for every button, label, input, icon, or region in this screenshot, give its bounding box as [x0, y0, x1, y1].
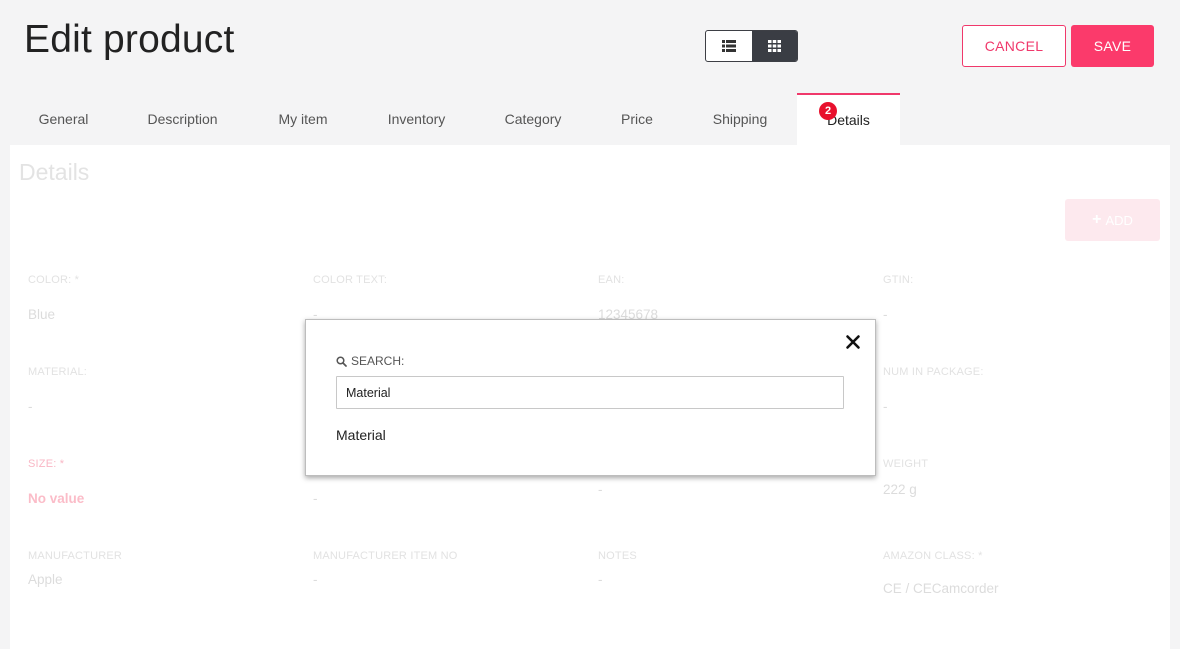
- field-weight: WEIGHT 222 g: [883, 458, 929, 497]
- field-label: GTIN:: [883, 274, 914, 286]
- field-color-text: COLOR TEXT: -: [313, 274, 388, 322]
- field-label: COLOR TEXT:: [313, 274, 388, 286]
- field-size: SIZE: * No value: [28, 458, 84, 506]
- page-title: Edit product: [24, 18, 235, 61]
- field-value[interactable]: -: [883, 399, 888, 414]
- field-notes: NOTES -: [598, 550, 637, 587]
- tab-my-item[interactable]: My item: [248, 93, 358, 145]
- list-view-button[interactable]: [706, 31, 752, 61]
- field-amazon-class: AMAZON CLASS: * CE / CECamcorder: [883, 550, 999, 596]
- field-manufacturer: MANUFACTURER Apple: [28, 550, 123, 587]
- save-button[interactable]: SAVE: [1071, 25, 1154, 67]
- grid-view-button[interactable]: [751, 31, 797, 61]
- field-value[interactable]: CE / CECamcorder: [883, 581, 999, 596]
- field-label: NOTES: [598, 550, 637, 562]
- field-value[interactable]: -: [883, 307, 888, 322]
- search-modal: SEARCH: Material: [305, 319, 876, 476]
- field-value[interactable]: Apple: [28, 572, 63, 587]
- field-value[interactable]: No value: [28, 491, 84, 506]
- field-value[interactable]: Blue: [28, 307, 55, 322]
- field-value[interactable]: -: [598, 572, 603, 587]
- tab-badge: 2: [819, 102, 837, 120]
- search-result-item[interactable]: Material: [336, 427, 386, 443]
- tab-category[interactable]: Category: [475, 93, 591, 145]
- field-label: MATERIAL:: [28, 366, 88, 378]
- field-label: MANUFACTURER: [28, 550, 123, 562]
- field-label: MANUFACTURER ITEM NO: [313, 550, 458, 562]
- add-button-label: ADD: [1105, 212, 1133, 228]
- field-label: NUM IN PACKAGE:: [883, 366, 984, 378]
- tab-inventory[interactable]: Inventory: [358, 93, 475, 145]
- field-ean: EAN: 12345678: [598, 274, 658, 322]
- cancel-button[interactable]: CANCEL: [962, 25, 1066, 67]
- field-gtin: GTIN: -: [883, 274, 914, 322]
- tab-description[interactable]: Description: [117, 93, 248, 145]
- field-label: WEIGHT: [883, 458, 929, 470]
- search-icon: [336, 355, 347, 367]
- field-label: SIZE: *: [28, 458, 65, 470]
- plus-icon: +: [1092, 211, 1102, 228]
- field-manufacturer-item-no: MANUFACTURER ITEM NO -: [313, 550, 458, 587]
- field-label: EAN:: [598, 274, 625, 286]
- field-value[interactable]: -: [313, 491, 318, 506]
- field-value[interactable]: -: [598, 482, 603, 497]
- field-value[interactable]: -: [313, 572, 318, 587]
- field-value[interactable]: -: [28, 399, 33, 414]
- add-button[interactable]: + ADD: [1065, 199, 1160, 241]
- tab-shipping[interactable]: Shipping: [683, 93, 797, 145]
- tab-general[interactable]: General: [10, 93, 117, 145]
- field-value[interactable]: 222 g: [883, 482, 917, 497]
- tab-price[interactable]: Price: [591, 93, 683, 145]
- field-material: MATERIAL: -: [28, 366, 88, 414]
- search-input[interactable]: [336, 376, 844, 409]
- field-color: COLOR: * Blue: [28, 274, 80, 322]
- close-icon[interactable]: [845, 334, 861, 350]
- field-label: AMAZON CLASS: *: [883, 550, 983, 562]
- view-toggle: [705, 30, 798, 62]
- panel-title: Details: [19, 159, 90, 185]
- search-label: SEARCH:: [336, 354, 404, 368]
- list-icon: [721, 40, 736, 52]
- field-label: COLOR: *: [28, 274, 80, 286]
- field-num-in-package: NUM IN PACKAGE: -: [883, 366, 984, 414]
- grid-icon: [767, 40, 781, 52]
- tab-details[interactable]: 2 Details: [797, 93, 900, 145]
- search-label-text: SEARCH:: [351, 354, 405, 368]
